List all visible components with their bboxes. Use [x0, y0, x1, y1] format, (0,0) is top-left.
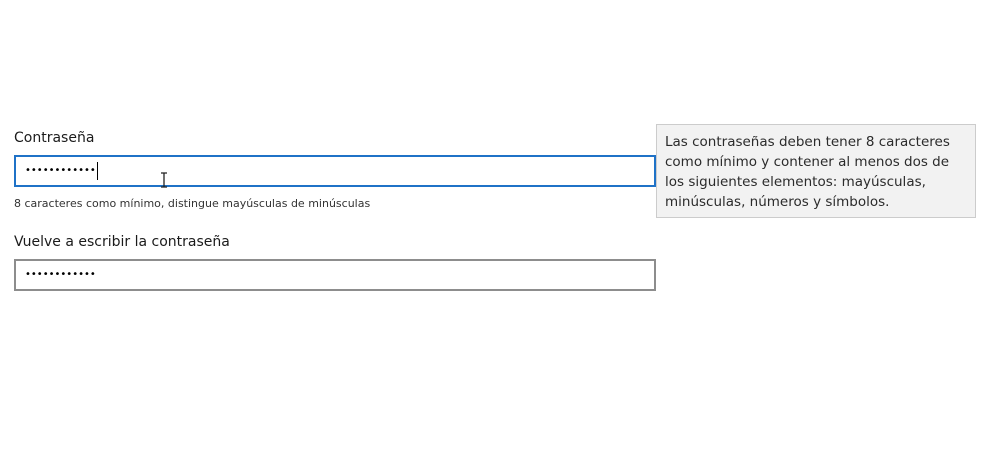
text-cursor-icon [161, 172, 167, 188]
password-masked-value: •••••••••••• [25, 165, 96, 176]
confirm-password-label: Vuelve a escribir la contraseña [14, 234, 230, 250]
confirm-password-masked-value: •••••••••••• [25, 269, 96, 280]
password-hint: 8 caracteres como mínimo, distingue mayú… [14, 197, 371, 210]
text-caret [96, 162, 98, 180]
password-input[interactable]: •••••••••••• [14, 155, 656, 187]
confirm-password-input[interactable]: •••••••••••• [14, 259, 656, 291]
password-label: Contraseña [14, 130, 95, 146]
password-requirements-tooltip: Las contraseñas deben tener 8 caracteres… [656, 124, 976, 218]
